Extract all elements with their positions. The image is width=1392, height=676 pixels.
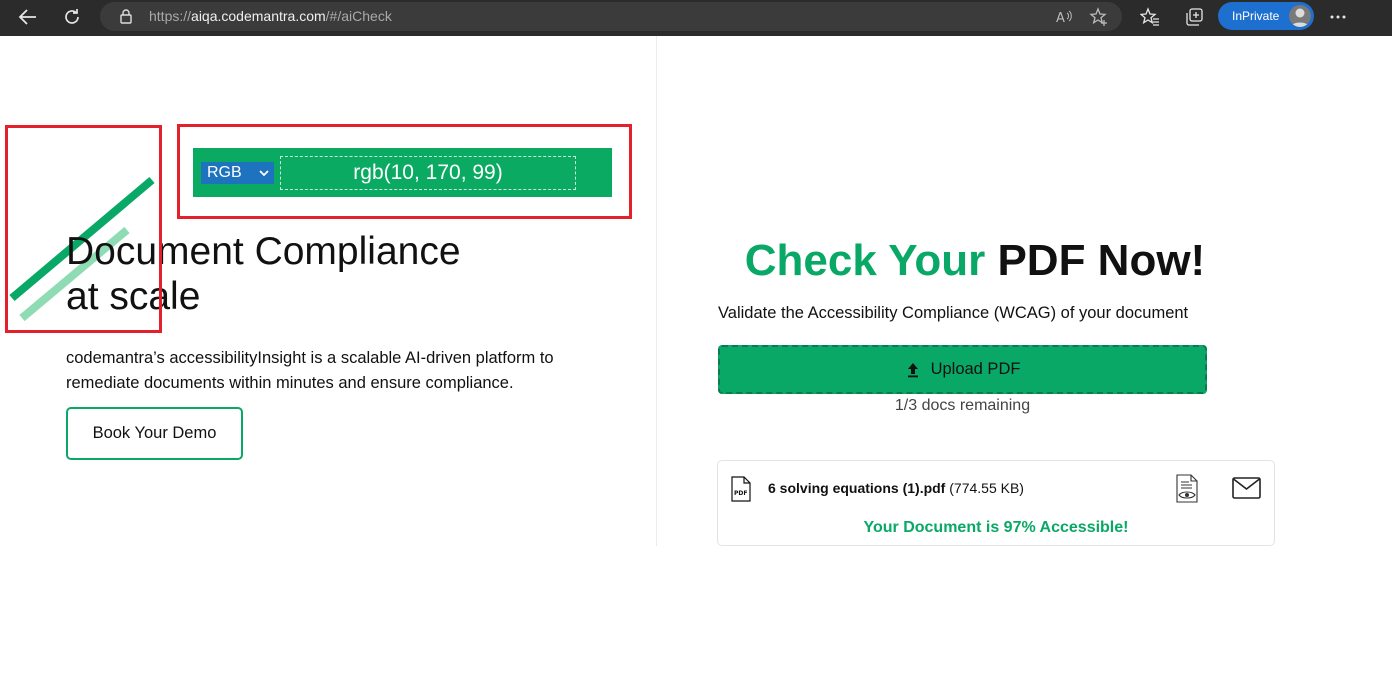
highlight-box-logo — [5, 125, 162, 333]
collections-icon[interactable] — [1183, 6, 1205, 28]
email-icon[interactable] — [1232, 477, 1261, 499]
hero-description: codemantra’s accessibilityInsight is a s… — [66, 349, 554, 392]
check-title: Check Your PDF Now! — [660, 236, 1290, 286]
url-prefix: https:// — [149, 8, 192, 24]
url-host: aiqa.codemantra.com — [191, 8, 326, 24]
inprivate-badge[interactable]: InPrivate — [1218, 2, 1314, 30]
address-bar[interactable]: https://aiqa.codemantra.com/#/aiCheck A — [100, 2, 1122, 31]
add-favorite-icon[interactable] — [1089, 7, 1109, 27]
color-value-field[interactable]: rgb(10, 170, 99) — [280, 156, 576, 190]
browser-toolbar: https://aiqa.codemantra.com/#/aiCheck A … — [0, 0, 1392, 36]
pdf-file-icon: PDF — [731, 476, 751, 502]
url-path: /#/aiCheck — [325, 8, 392, 24]
book-demo-button[interactable]: Book Your Demo — [66, 407, 243, 460]
upload-pdf-label: Upload PDF — [930, 360, 1021, 378]
file-name: 6 solving equations (1).pdf — [768, 480, 946, 496]
check-title-green: Check Your — [744, 236, 986, 285]
checker-subtitle: Validate the Accessibility Compliance (W… — [718, 304, 1189, 322]
pdf-icon-label: PDF — [734, 490, 747, 497]
svg-text:A: A — [1056, 11, 1065, 26]
avatar — [1289, 5, 1311, 27]
chevron-down-icon — [259, 170, 269, 177]
upload-icon — [907, 362, 918, 377]
check-title-dark: PDF Now! — [997, 236, 1206, 285]
view-report-icon[interactable] — [1175, 474, 1199, 503]
file-size: (774.55 KB) — [949, 480, 1024, 496]
favorites-icon[interactable] — [1139, 6, 1161, 28]
color-picker-bar: RGB rgb(10, 170, 99) — [193, 148, 612, 197]
more-options-icon[interactable] — [1327, 6, 1349, 28]
file-name-row: 6 solving equations (1).pdf (774.55 KB) — [768, 480, 1024, 496]
result-card: PDF 6 solving equations (1).pdf (774.55 … — [717, 460, 1275, 546]
back-arrow-icon[interactable] — [14, 4, 42, 30]
inprivate-label: InPrivate — [1232, 9, 1280, 23]
upload-pdf-button[interactable]: Upload PDF — [718, 345, 1207, 394]
url-text: https://aiqa.codemantra.com/#/aiCheck — [149, 8, 392, 24]
column-divider — [656, 36, 657, 546]
read-aloud-icon[interactable]: A — [1054, 7, 1074, 27]
docs-remaining: 1/3 docs remaining — [894, 397, 1031, 414]
color-mode-select[interactable]: RGB — [201, 162, 274, 184]
refresh-icon[interactable] — [58, 4, 86, 30]
accessibility-result: Your Document is 97% Accessible! — [863, 519, 1129, 536]
lock-icon — [120, 9, 132, 24]
color-mode-value: RGB — [207, 164, 242, 181]
